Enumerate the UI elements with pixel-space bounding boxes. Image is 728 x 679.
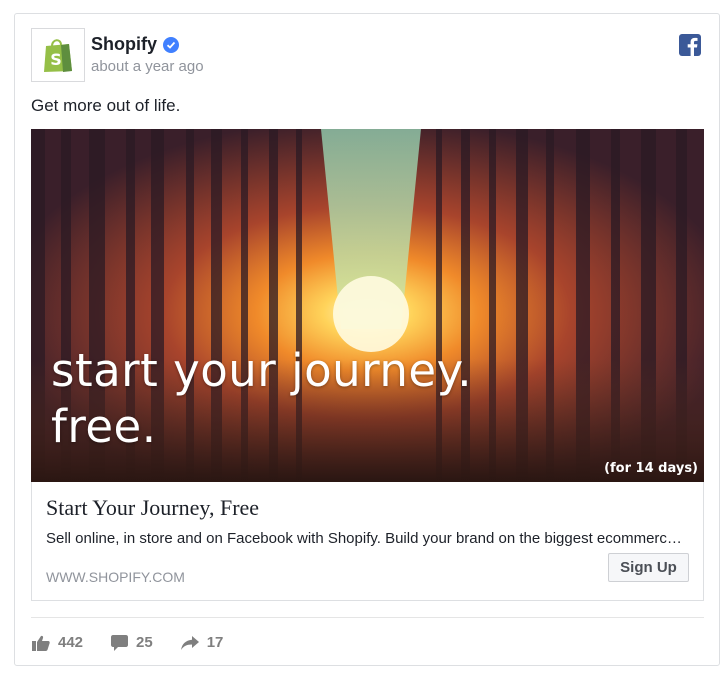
page-name[interactable]: Shopify: [91, 34, 157, 55]
svg-text:S: S: [50, 50, 62, 69]
engagement-bar: 442 25 17: [32, 634, 251, 651]
comment-icon: [111, 634, 129, 651]
share-count-value: 17: [206, 634, 224, 651]
comment-count-value: 25: [136, 634, 153, 651]
shopify-bag-icon: S: [44, 39, 72, 72]
like-count-value: 442: [58, 634, 84, 651]
comment-count[interactable]: 25: [111, 634, 153, 651]
share-icon: [180, 635, 199, 650]
shopify-logo-avatar[interactable]: S: [31, 28, 85, 82]
sign-up-button[interactable]: Sign Up: [608, 553, 689, 582]
link-domain: WWW.SHOPIFY.COM: [46, 569, 185, 585]
like-count[interactable]: 442: [32, 634, 83, 651]
facebook-icon: [679, 34, 701, 56]
post-timestamp[interactable]: about a year ago: [91, 58, 204, 75]
ad-hero-image[interactable]: start your journey. free. (for 14 days): [31, 129, 704, 482]
share-count[interactable]: 17: [180, 634, 224, 651]
hero-line-2: free.: [51, 400, 157, 453]
link-title[interactable]: Start Your Journey, Free: [46, 495, 259, 521]
hero-line-1: start your journey.: [51, 344, 473, 397]
divider: [31, 617, 704, 618]
like-icon: [32, 635, 50, 651]
verified-badge-icon: [163, 36, 179, 53]
ad-post-card: S Shopify about a year ago Get more out …: [14, 13, 720, 666]
link-preview[interactable]: Start Your Journey, Free Sell online, in…: [31, 482, 704, 601]
hero-note: (for 14 days): [604, 461, 698, 476]
link-description: Sell online, in store and on Facebook wi…: [46, 530, 686, 547]
hero-headline: start your journey. free.: [51, 343, 472, 455]
post-text: Get more out of life.: [31, 96, 181, 115]
